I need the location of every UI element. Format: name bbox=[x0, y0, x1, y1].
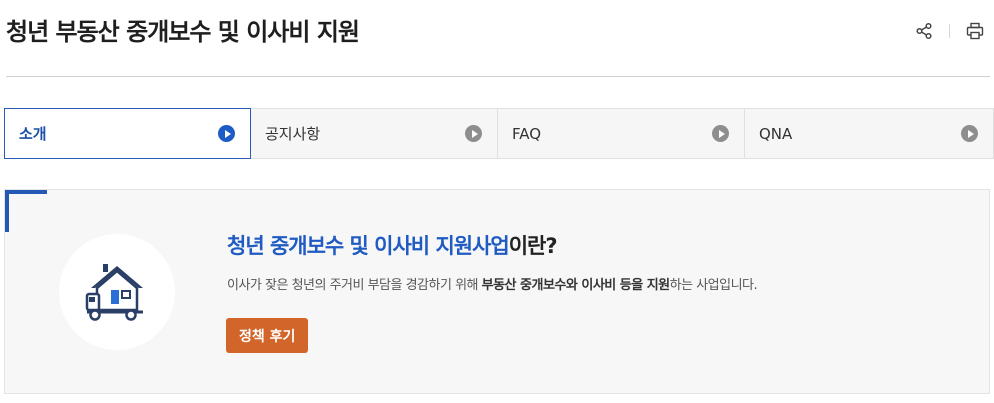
page-actions bbox=[913, 20, 986, 42]
desc-text: 이사가 잦은 청년의 주거비 부담을 경감하기 위해 bbox=[227, 278, 482, 293]
tab-label: QNA bbox=[759, 124, 793, 143]
corner-accent bbox=[5, 190, 47, 194]
tab-faq[interactable]: FAQ bbox=[498, 108, 745, 159]
tab-label: 소개 bbox=[19, 125, 47, 143]
intro-heading-highlight: 청년 중개보수 및 이사비 지원사업 bbox=[227, 234, 510, 258]
intro-description: 이사가 잦은 청년의 주거비 부담을 경감하기 위해 부동산 중개보수와 이사비… bbox=[227, 274, 758, 293]
play-arrow-icon bbox=[712, 125, 729, 142]
illustration-circle bbox=[59, 234, 175, 350]
play-arrow-icon bbox=[218, 125, 235, 142]
tab-label: 공지사항 bbox=[265, 125, 321, 143]
title-divider bbox=[6, 76, 990, 77]
share-icon[interactable] bbox=[913, 20, 935, 42]
desc-text: 하는 사업입니다. bbox=[669, 278, 758, 293]
policy-review-button[interactable]: 정책 후기 bbox=[226, 318, 309, 353]
tab-notice[interactable]: 공지사항 bbox=[251, 108, 498, 159]
tab-intro[interactable]: 소개 bbox=[4, 108, 251, 159]
intro-panel: 청년 중개보수 및 이사비 지원사업이란? 이사가 잦은 청년의 주거비 부담을… bbox=[4, 189, 990, 394]
intro-heading-rest: 이란? bbox=[508, 234, 558, 258]
play-arrow-icon bbox=[961, 125, 978, 142]
play-arrow-icon bbox=[465, 125, 482, 142]
divider bbox=[949, 24, 950, 38]
print-icon[interactable] bbox=[964, 20, 986, 42]
tab-qna[interactable]: QNA bbox=[745, 108, 994, 159]
desc-emphasis: 부동산 중개보수와 이사비 등을 지원 bbox=[481, 278, 671, 293]
tab-bar: 소개 공지사항 FAQ QNA bbox=[4, 108, 994, 160]
moving-house-icon bbox=[85, 264, 143, 321]
tab-label: FAQ bbox=[512, 124, 542, 143]
page-title: 청년 부동산 중개보수 및 이사비 지원 bbox=[6, 18, 360, 46]
intro-heading: 청년 중개보수 및 이사비 지원사업이란? bbox=[227, 230, 558, 260]
corner-accent bbox=[5, 190, 9, 232]
